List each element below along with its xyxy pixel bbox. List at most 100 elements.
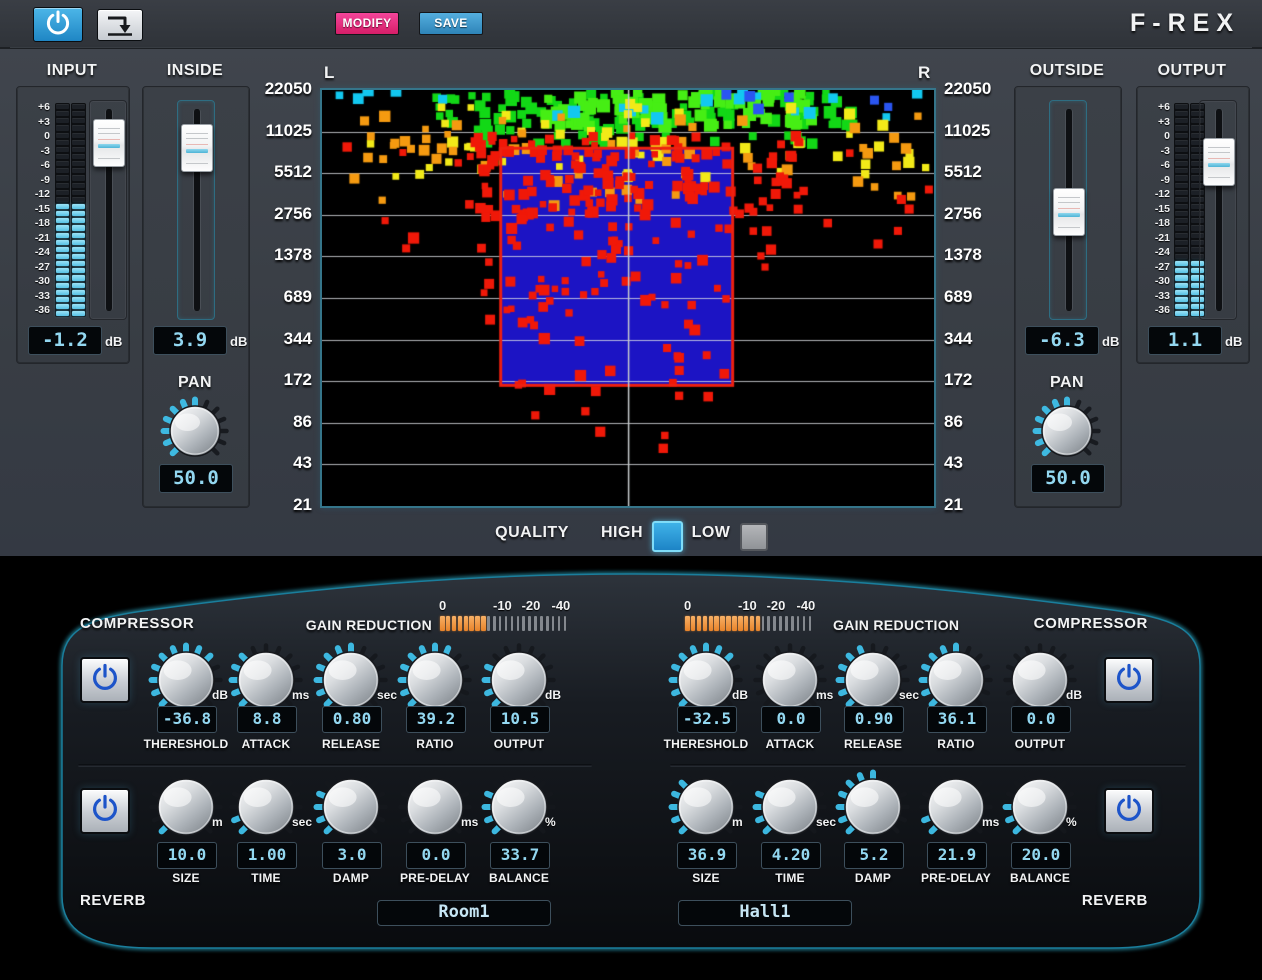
gr-bar (750, 616, 755, 631)
reverb-right-value-pre-delay[interactable]: 21.9 (927, 842, 987, 869)
quality-high-checkbox[interactable] (652, 521, 683, 552)
outside-pan-value[interactable]: 50.0 (1031, 464, 1105, 493)
reverb-right-knob-size[interactable] (668, 769, 744, 845)
meter-segment (1175, 218, 1188, 223)
reverb-right-value-damp[interactable]: 5.2 (844, 842, 904, 869)
reverb-left-power-button[interactable] (80, 788, 130, 834)
meter-segment (1175, 311, 1188, 316)
meter-segment (1175, 197, 1188, 202)
reverb-left-value-size[interactable]: 10.0 (157, 842, 217, 869)
meter-scale-label: -3 (1138, 146, 1170, 157)
compressor-left-value-attack[interactable]: 8.8 (237, 706, 297, 733)
reverb-left-value-balance[interactable]: 33.7 (490, 842, 550, 869)
meter-scale-label: -21 (1138, 233, 1170, 244)
compressor-left-value-output[interactable]: 10.5 (490, 706, 550, 733)
knob-label: PRE-DELAY (387, 871, 483, 885)
gr-bar (487, 616, 490, 631)
reverb-right-knob-pre-delay[interactable] (918, 769, 994, 845)
compressor-right-value-release[interactable]: 0.90 (844, 706, 904, 733)
compressor-left-value-ratio[interactable]: 39.2 (406, 706, 466, 733)
compressor-right-power-button[interactable] (1104, 657, 1154, 703)
meter-segment (72, 297, 85, 302)
reverb-right-knob-time[interactable] (752, 769, 828, 845)
reverb-right-preset[interactable]: Hall1 (678, 900, 852, 926)
output-value[interactable]: 1.1 (1148, 326, 1222, 355)
meter-segment (72, 104, 85, 109)
compressor-left-value-thereshold[interactable]: -36.8 (157, 706, 217, 733)
outside-fader-cap[interactable] (1053, 188, 1085, 236)
meter-segment (56, 197, 69, 202)
meter-segment (72, 190, 85, 195)
compressor-right-value-attack[interactable]: 0.0 (761, 706, 821, 733)
gain-reduction-left-label: GAIN REDUCTION (270, 617, 432, 633)
outside-value[interactable]: -6.3 (1025, 326, 1099, 355)
spectrogram-display[interactable] (320, 88, 936, 508)
freq-label-right: 21 (944, 495, 1006, 515)
meter-segment (72, 290, 85, 295)
compressor-left-value-release[interactable]: 0.80 (322, 706, 382, 733)
meter-segment (56, 161, 69, 166)
inside-pan-knob[interactable] (160, 396, 230, 466)
reverb-right-value-time[interactable]: 4.20 (761, 842, 821, 869)
gr-bar (726, 616, 731, 631)
reverb-left-knob-balance[interactable] (481, 769, 557, 845)
meter-segment (1175, 118, 1188, 123)
reverb-right-knob-damp[interactable] (835, 769, 911, 845)
knob-label: DAMP (303, 871, 399, 885)
reverb-right-value-size[interactable]: 36.9 (677, 842, 737, 869)
meter-scale-label: 0 (18, 131, 50, 142)
knob-label: RELEASE (303, 737, 399, 751)
save-button[interactable]: SAVE (419, 12, 483, 35)
reverb-right-value-balance[interactable]: 20.0 (1011, 842, 1071, 869)
inside-fader-cap[interactable] (181, 124, 213, 172)
left-channel-label: L (324, 63, 334, 83)
power-button[interactable] (33, 7, 83, 42)
inside-value[interactable]: 3.9 (153, 326, 227, 355)
knob-label: BALANCE (992, 871, 1088, 885)
knob-label: ATTACK (742, 737, 838, 751)
meter-segment (1175, 211, 1188, 216)
reverb-left-knob-pre-delay[interactable] (397, 769, 473, 845)
meter-scale-label: -6 (18, 160, 50, 171)
meter-segment (56, 247, 69, 252)
input-fader-cap[interactable] (93, 119, 125, 167)
inside-pan-value[interactable]: 50.0 (159, 464, 233, 493)
reverb-right-knob-balance[interactable] (1002, 769, 1078, 845)
reverb-left-knob-size[interactable] (148, 769, 224, 845)
gr-bar (697, 616, 702, 631)
compressor-right-value-ratio[interactable]: 36.1 (927, 706, 987, 733)
compressor-right-value-thereshold[interactable]: -32.5 (677, 706, 737, 733)
meter-segment (56, 175, 69, 180)
meter-scale-label: -15 (1138, 204, 1170, 215)
compressor-right-value-output[interactable]: 0.0 (1011, 706, 1071, 733)
meter-segment (56, 140, 69, 145)
meter-segment (56, 147, 69, 152)
route-button[interactable] (97, 9, 143, 41)
output-meter-left (1174, 103, 1189, 317)
reverb-left-value-time[interactable]: 1.00 (237, 842, 297, 869)
meter-segment (56, 125, 69, 130)
meter-segment (1175, 161, 1188, 166)
knob-label: ATTACK (218, 737, 314, 751)
meter-segment (1175, 225, 1188, 230)
modify-button[interactable]: MODIFY (335, 12, 399, 35)
reverb-left-value-damp[interactable]: 3.0 (322, 842, 382, 869)
gr-bar (552, 616, 555, 631)
outside-pan-knob[interactable] (1032, 396, 1102, 466)
gr-scale-label: -40 (796, 598, 815, 613)
left-section-divider (78, 764, 592, 767)
compressor-left-power-button[interactable] (80, 657, 130, 703)
reverb-left-preset[interactable]: Room1 (377, 900, 551, 926)
reverb-left-knob-time[interactable] (228, 769, 304, 845)
input-value[interactable]: -1.2 (28, 326, 102, 355)
freq-label-left: 11025 (250, 121, 312, 141)
reverb-right-power-button[interactable] (1104, 788, 1154, 834)
output-fader-cap[interactable] (1203, 138, 1235, 186)
inside-fader (177, 100, 215, 320)
meter-segment (72, 197, 85, 202)
quality-low-checkbox[interactable] (740, 523, 768, 551)
meter-scale-label: -27 (18, 262, 50, 273)
reverb-left-value-pre-delay[interactable]: 0.0 (406, 842, 466, 869)
input-label: INPUT (16, 62, 128, 80)
reverb-left-knob-damp[interactable] (313, 769, 389, 845)
